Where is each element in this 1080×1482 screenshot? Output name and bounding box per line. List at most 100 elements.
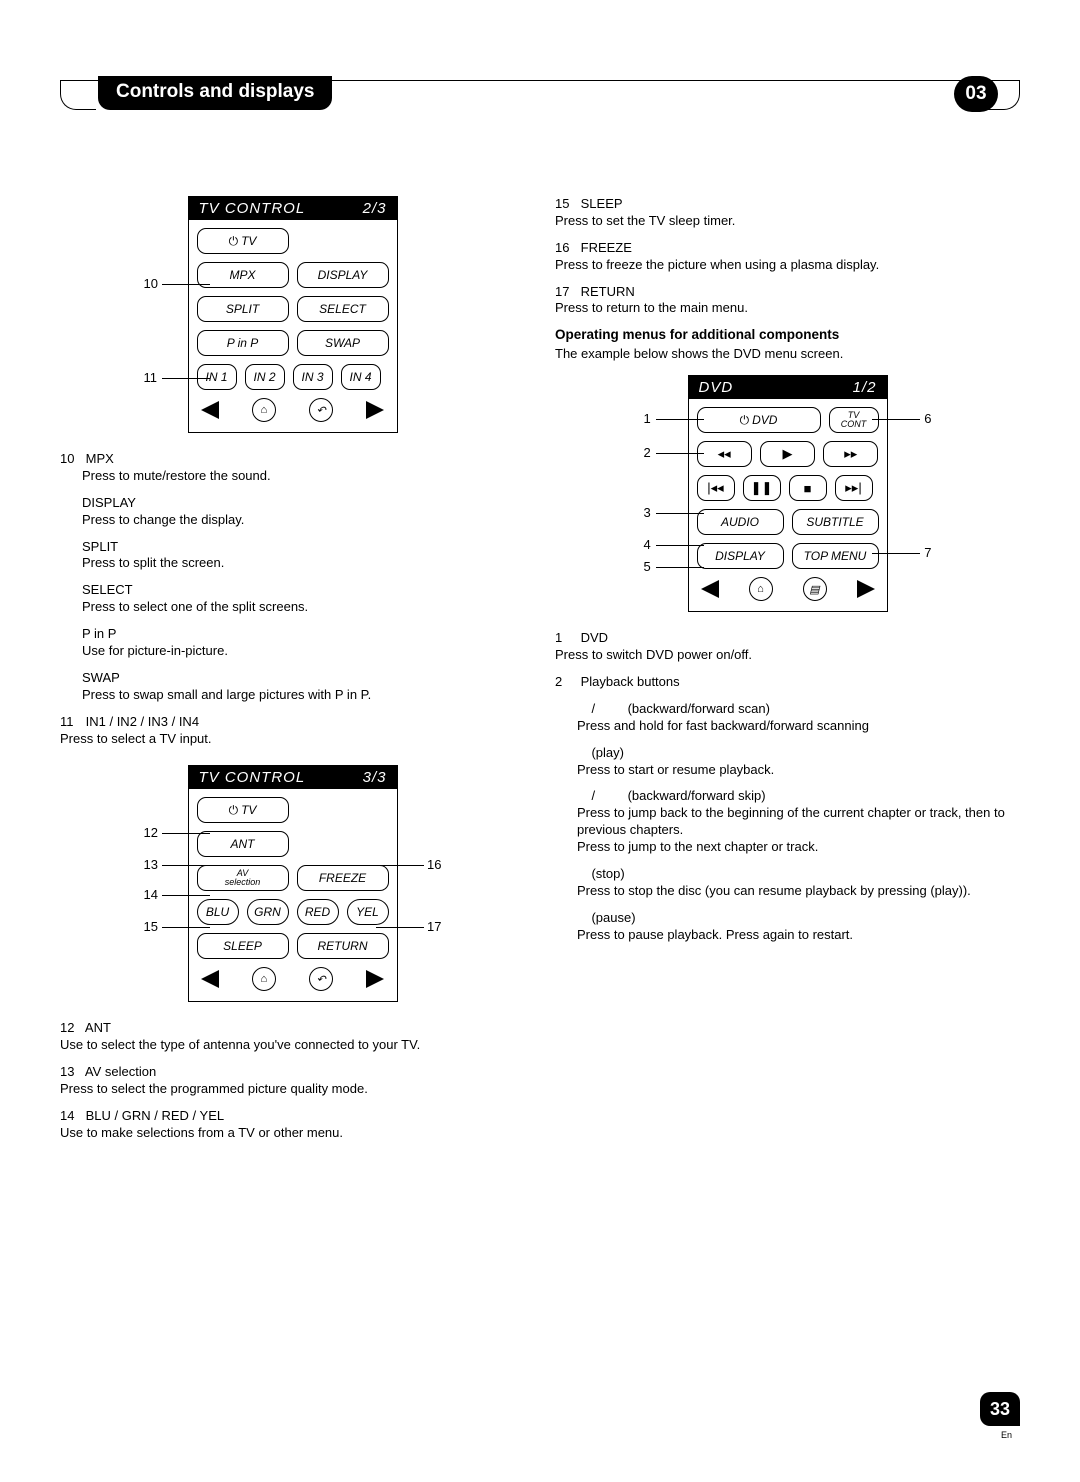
pb-skip-label: / (backward/forward skip) [577, 788, 1020, 805]
label-swap: SWAP [82, 670, 525, 687]
nav-left-icon-2[interactable] [201, 970, 219, 988]
callout-line-d6 [872, 419, 920, 420]
sleep-button[interactable]: SLEEP [197, 933, 289, 959]
entry-swap: SWAP Press to swap small and large pictu… [60, 670, 525, 704]
pb-scan: / (backward/forward scan) Press and hold… [555, 701, 1020, 735]
in4-button[interactable]: IN 4 [341, 364, 381, 390]
desc-return: Press to return to the main menu. [555, 300, 1020, 317]
scan-back-button[interactable]: ◂◂ [697, 441, 752, 467]
callout-line-d5 [656, 567, 704, 568]
subdesc: The example below shows the DVD menu scr… [555, 346, 1020, 363]
entry-num-d1: 1 [555, 630, 577, 647]
pb-scan-desc: Press and hold for fast backward/forward… [577, 718, 1020, 735]
label-select: SELECT [82, 582, 525, 599]
audio-button[interactable]: AUDIO [697, 509, 784, 535]
freeze-button[interactable]: FREEZE [297, 865, 389, 891]
skip-fwd-button[interactable]: ▸▸| [835, 475, 873, 501]
yel-button[interactable]: YEL [347, 899, 389, 925]
desc-mpx: Press to mute/restore the sound. [60, 468, 525, 485]
label-return: RETURN [581, 284, 635, 299]
play-button[interactable]: ▶ [760, 441, 815, 467]
label-sleep: SLEEP [581, 196, 623, 211]
nav-right-icon-2[interactable] [366, 970, 384, 988]
subtitle-button[interactable]: SUBTITLE [792, 509, 879, 535]
subheading-additional: Operating menus for additional component… [555, 327, 1020, 342]
skip-back-button[interactable]: |◂◂ [697, 475, 735, 501]
entry-14: 14 BLU / GRN / RED / YEL Use to make sel… [60, 1108, 525, 1142]
tv-power-button[interactable]: TV [197, 228, 289, 254]
blu-button[interactable]: BLU [197, 899, 239, 925]
in1-button[interactable]: IN 1 [197, 364, 237, 390]
grn-button[interactable]: GRN [247, 899, 289, 925]
in3-button[interactable]: IN 3 [293, 364, 333, 390]
entry-num-10: 10 [60, 451, 82, 468]
home-icon-2[interactable]: ⌂ [252, 967, 276, 991]
callout-line-d2 [656, 453, 704, 454]
callout-d1: 1 [644, 411, 651, 426]
red-button[interactable]: RED [297, 899, 339, 925]
callout-line-14 [162, 895, 210, 896]
entry-num-15: 15 [555, 196, 577, 213]
home-icon[interactable]: ⌂ [252, 398, 276, 422]
split-button[interactable]: SPLIT [197, 296, 289, 322]
scan-fwd-button[interactable]: ▸▸ [823, 441, 878, 467]
label-playback: Playback buttons [581, 674, 680, 689]
remote3-header-left: DVD [699, 379, 734, 396]
nav-right-icon-3[interactable] [857, 580, 875, 598]
desc-display: Press to change the display. [82, 512, 525, 529]
in2-button[interactable]: IN 2 [245, 364, 285, 390]
pause-icon: ❚❚ [751, 480, 773, 496]
back-icon[interactable]: ↶ [309, 398, 333, 422]
dvd-power-button[interactable]: DVD [697, 407, 821, 433]
tv-power-button-2[interactable]: TV [197, 797, 289, 823]
callout-line-16 [376, 865, 424, 866]
back-icon-2[interactable]: ↶ [309, 967, 333, 991]
home-icon-3[interactable]: ⌂ [749, 577, 773, 601]
entry-d2: 2 Playback buttons [555, 674, 1020, 691]
callout-16: 16 [427, 857, 441, 872]
stop-button[interactable]: ■ [789, 475, 827, 501]
callout-line-d1 [656, 419, 704, 420]
swap-button[interactable]: SWAP [297, 330, 389, 356]
entry-select: SELECT Press to select one of the split … [60, 582, 525, 616]
desc-swap: Press to swap small and large pictures w… [82, 687, 525, 704]
ant-button[interactable]: ANT [197, 831, 289, 857]
callout-line-17 [376, 927, 424, 928]
callout-12: 12 [144, 825, 158, 840]
entry-13: 13 AV selection Press to select the prog… [60, 1064, 525, 1098]
pause-button[interactable]: ❚❚ [743, 475, 781, 501]
nav-left-icon-3[interactable] [701, 580, 719, 598]
mpx-button[interactable]: MPX [197, 262, 289, 288]
nav-right-icon[interactable] [366, 401, 384, 419]
entry-10-mpx: 10 MPX Press to mute/restore the sound. [60, 451, 525, 485]
topmenu-button[interactable]: TOP MENU [792, 543, 879, 569]
entry-num-14: 14 [60, 1108, 82, 1125]
page-language: En [1001, 1430, 1012, 1440]
entry-17: 17 RETURN Press to return to the main me… [555, 284, 1020, 318]
display-button-dvd[interactable]: DISPLAY [697, 543, 784, 569]
av-selection-button[interactable]: AV selection [197, 865, 289, 891]
entry-display: DISPLAY Press to change the display. [60, 495, 525, 529]
nav-left-icon[interactable] [201, 401, 219, 419]
label-ant: ANT [85, 1020, 111, 1035]
label-freeze: FREEZE [581, 240, 632, 255]
select-button[interactable]: SELECT [297, 296, 389, 322]
desc-pinp: Use for picture-in-picture. [82, 643, 525, 660]
label-colors: BLU / GRN / RED / YEL [86, 1108, 224, 1123]
remote3-header-right: 1/2 [853, 379, 877, 396]
return-button[interactable]: RETURN [297, 933, 389, 959]
remote-tv-2of3: TV CONTROL 2/3 TV MPX DISPLAY SPLIT SELE… [188, 196, 398, 433]
pb-stop-label: (stop) [577, 866, 1020, 883]
remote1-header-right: 2/3 [363, 200, 387, 217]
pinp-button[interactable]: P in P [197, 330, 289, 356]
chapter-title: Controls and displays [98, 76, 332, 110]
menu-icon-3[interactable]: ▤ [803, 577, 827, 601]
desc-dvd: Press to switch DVD power on/off. [555, 647, 1020, 664]
desc-in1234: Press to select a TV input. [60, 731, 525, 748]
callout-13: 13 [144, 857, 158, 872]
page-number: 33 [980, 1392, 1020, 1426]
callout-line-d3 [656, 513, 704, 514]
tv-cont-button[interactable]: TV CONT [829, 407, 879, 433]
fastfwd-icon: ▸▸ [844, 446, 857, 462]
display-button[interactable]: DISPLAY [297, 262, 389, 288]
